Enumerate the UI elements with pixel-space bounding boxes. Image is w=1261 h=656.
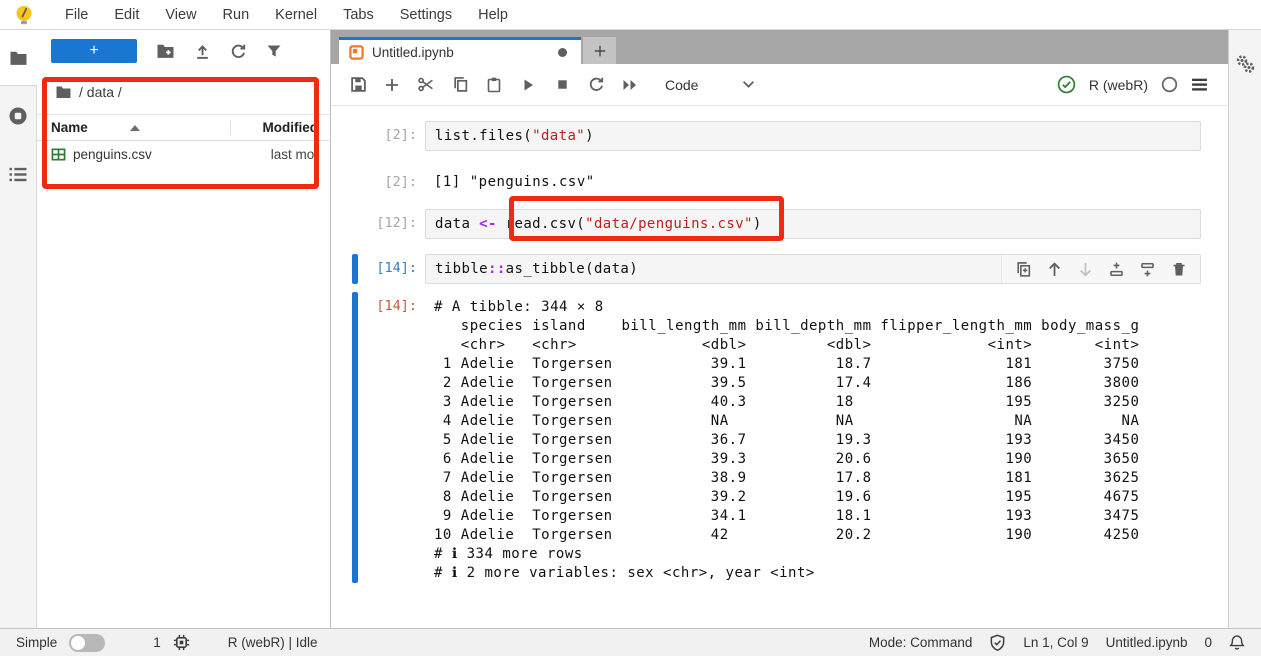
menu-tabs[interactable]: Tabs	[330, 7, 387, 23]
notebook-toolbar: Code R (webR)	[331, 64, 1228, 106]
right-activity-bar	[1228, 30, 1261, 628]
input-prompt: [12]:	[358, 209, 425, 239]
code-cell-2: [12]: data <- read.csv("data/penguins.cs…	[331, 209, 1228, 239]
upload-icon[interactable]	[194, 43, 211, 60]
running-kernels-icon[interactable]	[8, 106, 28, 126]
kernel-chip-icon[interactable]	[173, 634, 190, 651]
file-browser-panel: + / data / Name Modi	[37, 30, 330, 628]
code-editor[interactable]: tibble::as_tibble(data)	[425, 254, 1201, 284]
column-header-name[interactable]: Name	[37, 120, 230, 135]
kernel-session-count[interactable]: 1	[153, 635, 161, 650]
breadcrumb-path[interactable]: / data /	[79, 84, 122, 100]
simple-mode-toggle[interactable]	[69, 634, 105, 652]
run-cell-button[interactable]	[515, 72, 541, 98]
move-cell-up-button[interactable]	[1039, 257, 1070, 281]
output-prompt: [14]:	[358, 292, 425, 583]
code-text: list.files("data")	[435, 128, 594, 144]
code-editor[interactable]: list.files("data")	[425, 121, 1201, 151]
insert-cell-above-button[interactable]	[1101, 257, 1132, 281]
column-header-modified[interactable]: Modified	[230, 120, 330, 135]
file-list-header: Name Modified	[37, 114, 330, 141]
left-activity-bar	[0, 30, 37, 628]
tab-title: Untitled.ipynb	[372, 45, 550, 60]
menu-view[interactable]: View	[152, 7, 209, 23]
trusted-check-icon	[1057, 75, 1076, 94]
command-mode-indicator[interactable]: Mode: Command	[869, 635, 973, 650]
output-prompt: [2]:	[358, 168, 425, 192]
table-of-contents-icon[interactable]	[8, 166, 28, 183]
notification-count[interactable]: 0	[1204, 635, 1212, 650]
code-editor[interactable]: data <- read.csv("data/penguins.csv")	[425, 209, 1201, 239]
file-browser-toolbar: +	[37, 30, 330, 72]
property-inspector-gears-icon[interactable]	[1235, 54, 1256, 75]
output-text: [1] "penguins.csv"	[425, 168, 1201, 192]
tab-untitled-ipynb[interactable]: Untitled.ipynb	[339, 37, 581, 64]
interrupt-kernel-button[interactable]	[549, 72, 575, 98]
file-row-penguins-csv[interactable]: penguins.csv last mo.	[37, 141, 330, 168]
notebook-file-icon	[349, 45, 364, 60]
trust-shield-icon	[989, 634, 1006, 652]
status-bar: Simple 1 R (webR) | Idle Mode: Command L…	[0, 628, 1261, 656]
filter-icon[interactable]	[266, 43, 282, 59]
unsaved-changes-indicator[interactable]	[558, 48, 567, 57]
code-cell-3-active: [14]: tibble::as_tibble(data)	[331, 254, 1228, 284]
menu-edit[interactable]: Edit	[101, 7, 152, 23]
cursor-position[interactable]: Ln 1, Col 9	[1023, 635, 1088, 650]
file-modified: last mo.	[230, 147, 330, 162]
kernel-status-icon[interactable]	[1161, 76, 1178, 93]
input-prompt: [2]:	[358, 121, 425, 151]
input-prompt: [14]:	[358, 254, 425, 284]
cell-3-output: [14]: # A tibble: 344 × 8 species island…	[331, 292, 1228, 583]
notebook-panel: Untitled.ipynb	[330, 30, 1228, 628]
restart-run-all-button[interactable]	[617, 72, 643, 98]
cell-type-dropdown[interactable]: Code	[665, 77, 755, 93]
code-text: data <- read.csv("data/penguins.csv")	[435, 216, 762, 232]
active-filename: Untitled.ipynb	[1106, 635, 1188, 650]
insert-cell-below-button[interactable]	[1132, 257, 1163, 281]
toggle-knob	[71, 636, 85, 650]
save-button[interactable]	[345, 72, 371, 98]
menu-bar: File Edit View Run Kernel Tabs Settings …	[0, 0, 1261, 30]
bell-icon[interactable]	[1229, 634, 1245, 652]
file-name: penguins.csv	[73, 147, 230, 162]
menu-settings[interactable]: Settings	[387, 7, 465, 23]
jupyterlite-logo-icon	[14, 4, 34, 26]
restart-kernel-button[interactable]	[583, 72, 609, 98]
kernel-name[interactable]: R (webR)	[1089, 77, 1148, 93]
copy-cells-button[interactable]	[447, 72, 473, 98]
sidebar-tab-filebrowser[interactable]	[0, 30, 37, 85]
code-cell-1: [2]: list.files("data")	[331, 121, 1228, 151]
simple-mode-label: Simple	[16, 635, 57, 650]
new-tab-button[interactable]	[583, 37, 616, 64]
menu-file[interactable]: File	[52, 7, 101, 23]
paste-cells-button[interactable]	[481, 72, 507, 98]
refresh-icon[interactable]	[230, 43, 247, 60]
csv-file-icon	[51, 147, 66, 162]
notebook-content: [2]: list.files("data") [2]: [1] "pengui…	[331, 106, 1228, 628]
insert-cell-button[interactable]	[379, 72, 405, 98]
chevron-down-icon	[742, 80, 755, 89]
folder-icon	[9, 50, 28, 66]
dock-tab-bar: Untitled.ipynb	[331, 30, 1228, 64]
menu-kernel[interactable]: Kernel	[262, 7, 330, 23]
code-text: tibble::as_tibble(data)	[435, 261, 638, 277]
new-launcher-button[interactable]: +	[51, 39, 137, 63]
new-folder-icon[interactable]	[156, 43, 175, 59]
tibble-output: # A tibble: 344 × 8 species island bill_…	[425, 292, 1201, 583]
cell-1-output: [2]: [1] "penguins.csv"	[331, 168, 1228, 192]
menu-help[interactable]: Help	[465, 7, 521, 23]
duplicate-cell-button[interactable]	[1008, 257, 1039, 281]
cell-type-value: Code	[665, 77, 698, 93]
cell-hover-toolbar	[1001, 255, 1200, 283]
side-panel-menu-icon[interactable]	[1191, 77, 1208, 92]
cut-cells-button[interactable]	[413, 72, 439, 98]
delete-cell-button[interactable]	[1163, 257, 1194, 281]
breadcrumb[interactable]: / data /	[37, 72, 330, 106]
move-cell-down-button[interactable]	[1070, 257, 1101, 281]
kernel-status-text[interactable]: R (webR) | Idle	[228, 635, 318, 650]
sort-ascending-icon	[130, 125, 140, 131]
menu-run[interactable]: Run	[210, 7, 263, 23]
folder-icon	[55, 85, 72, 99]
